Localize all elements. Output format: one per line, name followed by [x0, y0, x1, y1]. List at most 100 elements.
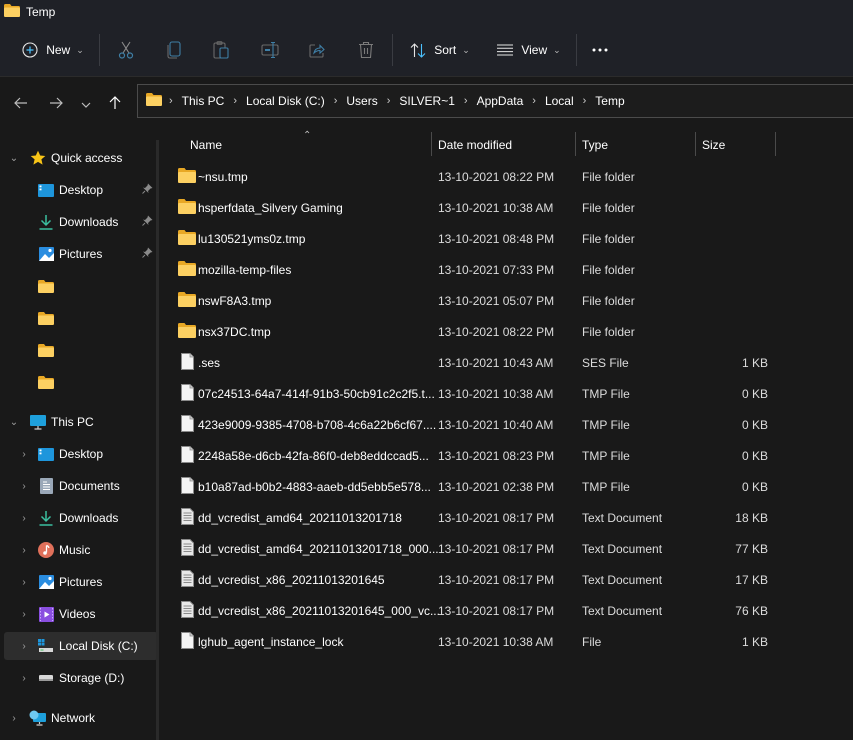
sidebar-item-local-disk-c[interactable]: › Local Disk (C:) [4, 632, 158, 660]
forward-button[interactable] [44, 92, 68, 116]
file-row[interactable]: ~nsu.tmp 13-10-2021 08:22 PM File folder [160, 161, 780, 192]
breadcrumb-users[interactable]: Users [346, 94, 377, 108]
breadcrumb-local[interactable]: Local [545, 94, 574, 108]
file-row[interactable]: nswF8A3.tmp 13-10-2021 05:07 PM File folde… [160, 285, 780, 316]
sidebar-item-folder[interactable] [4, 336, 158, 364]
new-label: New [46, 43, 71, 57]
pin-icon[interactable] [142, 215, 153, 229]
chevron-right-icon[interactable]: › [18, 513, 30, 524]
pictures-icon [37, 573, 55, 591]
sidebar-item-music[interactable]: › Music [4, 536, 158, 564]
sidebar-item-quick-access[interactable]: ⌄ Quick access [4, 144, 158, 172]
chevron-right-icon[interactable]: › [334, 95, 338, 107]
file-name: b10a87ad-b0b2-4883-aaeb-dd5ebb5e578... [198, 479, 431, 494]
file-row[interactable]: dd_vcredist_x86_20211013201645_000_vc...… [160, 595, 780, 626]
file-size: 0 KB [741, 386, 768, 401]
chevron-right-icon[interactable]: › [18, 609, 30, 620]
file-row[interactable]: mozilla-temp-files 13-10-2021 07:33 PM Fil… [160, 254, 780, 285]
sidebar-item-network[interactable]: › Network [4, 704, 158, 732]
column-resize-handle[interactable] [775, 132, 776, 156]
new-button[interactable]: New ⌄ [18, 30, 88, 70]
sidebar-item-this-pc[interactable]: ⌄ This PC [4, 408, 158, 436]
chevron-right-icon[interactable]: › [18, 449, 30, 460]
up-button[interactable] [103, 92, 127, 116]
share-button[interactable] [305, 30, 329, 70]
chevron-right-icon[interactable]: › [233, 95, 237, 107]
file-type: File folder [582, 231, 635, 246]
column-resize-handle[interactable] [695, 132, 696, 156]
column-header-type[interactable]: Type [582, 130, 608, 160]
sidebar-item-storage-d[interactable]: › Storage (D:) [4, 664, 158, 692]
file-row[interactable]: .ses 13-10-2021 10:43 AM SES File 1 KB [160, 347, 780, 378]
back-button[interactable] [9, 92, 33, 116]
sidebar-label: Downloads [59, 215, 119, 229]
rename-button[interactable] [258, 30, 282, 70]
column-header-size[interactable]: Size [702, 130, 725, 160]
sidebar-item-documents[interactable]: › Documents [4, 472, 158, 500]
sidebar-item-videos[interactable]: › Videos [4, 600, 158, 628]
pin-icon[interactable] [142, 247, 153, 261]
chevron-right-icon[interactable]: › [18, 577, 30, 588]
sidebar-label: Network [51, 711, 96, 725]
file-row[interactable]: 2248a58e-d6cb-42fa-86f0-deb8eddccad5... 1… [160, 440, 780, 471]
file-row[interactable]: dd_vcredist_amd64_20211013201718_000... 1… [160, 533, 780, 564]
sidebar-item-folder[interactable] [4, 304, 158, 332]
copy-button[interactable] [162, 30, 186, 70]
pin-icon[interactable] [142, 183, 153, 197]
file-row[interactable]: hsperfdata_Silvery Gaming 13-10-2021 10:3… [160, 192, 780, 223]
chevron-right-icon[interactable]: › [583, 95, 587, 107]
column-header-date[interactable]: Date modified [438, 130, 512, 160]
chevron-down-icon[interactable]: ⌄ [8, 153, 20, 164]
delete-button[interactable] [354, 30, 378, 70]
sidebar-item-downloads[interactable]: Downloads [4, 208, 158, 236]
file-row[interactable]: lu130521yms0z.tmp 13-10-2021 08:48 PM File… [160, 223, 780, 254]
sort-button[interactable]: Sort ⌄ [407, 30, 473, 70]
file-row[interactable]: 423e9009-9385-4708-b708-4c6a22b6cf67....… [160, 409, 780, 440]
breadcrumb-temp[interactable]: Temp [595, 94, 624, 108]
column-header-name[interactable]: Name [190, 130, 222, 160]
chevron-right-icon[interactable]: › [464, 95, 468, 107]
chevron-down-icon[interactable]: ⌄ [8, 417, 20, 428]
file-name: nsx37DC.tmp [198, 324, 271, 339]
file-row[interactable]: dd_vcredist_x86_20211013201645 13-10-2021… [160, 564, 780, 595]
cut-button[interactable] [114, 30, 138, 70]
documents-icon [37, 477, 55, 495]
breadcrumb-user[interactable]: SILVER~1 [399, 94, 454, 108]
chevron-right-icon[interactable]: › [8, 713, 20, 724]
column-resize-handle[interactable] [431, 132, 432, 156]
chevron-right-icon[interactable]: › [18, 641, 30, 652]
file-row[interactable]: lghub_agent_instance_lock 13-10-2021 10:3… [160, 626, 780, 657]
sidebar-scrollbar[interactable] [156, 140, 159, 740]
chevron-right-icon[interactable]: › [18, 481, 30, 492]
chevron-right-icon[interactable]: › [18, 545, 30, 556]
file-row[interactable]: dd_vcredist_amd64_20211013201718 13-10-20… [160, 502, 780, 533]
title-and-toolbar: Temp New ⌄ Sort ⌄ View ⌄ [0, 0, 853, 76]
file-size: 0 KB [741, 448, 768, 463]
sidebar-item-downloads[interactable]: › Downloads [4, 504, 158, 532]
chevron-right-icon[interactable]: › [387, 95, 391, 107]
breadcrumb-this-pc[interactable]: This PC [182, 94, 225, 108]
sidebar-item-pictures[interactable]: Pictures [4, 240, 158, 268]
address-bar[interactable]: › This PC › Local Disk (C:) › Users › SI… [137, 84, 853, 118]
sidebar-item-folder[interactable] [4, 272, 158, 300]
view-label: View [521, 43, 548, 57]
sidebar-item-desktop[interactable]: Desktop [4, 176, 158, 204]
music-icon [37, 541, 55, 559]
sidebar-item-desktop[interactable]: › Desktop [4, 440, 158, 468]
chevron-right-icon[interactable]: › [532, 95, 536, 107]
view-button[interactable]: View ⌄ [495, 30, 563, 70]
sidebar-item-folder[interactable] [4, 368, 158, 396]
file-date-modified: 13-10-2021 08:17 PM [438, 510, 555, 525]
column-resize-handle[interactable] [575, 132, 576, 156]
sidebar-item-pictures[interactable]: › Pictures [4, 568, 158, 596]
more-options-button[interactable] [588, 30, 612, 70]
file-row[interactable]: 07c24513-64a7-414f-91b3-50cb91c2c2f5.t..… [160, 378, 780, 409]
file-row[interactable]: b10a87ad-b0b2-4883-aaeb-dd5ebb5e578... 13… [160, 471, 780, 502]
paste-button[interactable] [209, 30, 233, 70]
breadcrumb-local-disk[interactable]: Local Disk (C:) [246, 94, 325, 108]
chevron-right-icon[interactable]: › [18, 673, 30, 684]
file-icon [181, 384, 199, 401]
file-row[interactable]: nsx37DC.tmp 13-10-2021 08:22 PM File folde… [160, 316, 780, 347]
recent-locations-button[interactable] [74, 92, 98, 116]
breadcrumb-appdata[interactable]: AppData [477, 94, 524, 108]
